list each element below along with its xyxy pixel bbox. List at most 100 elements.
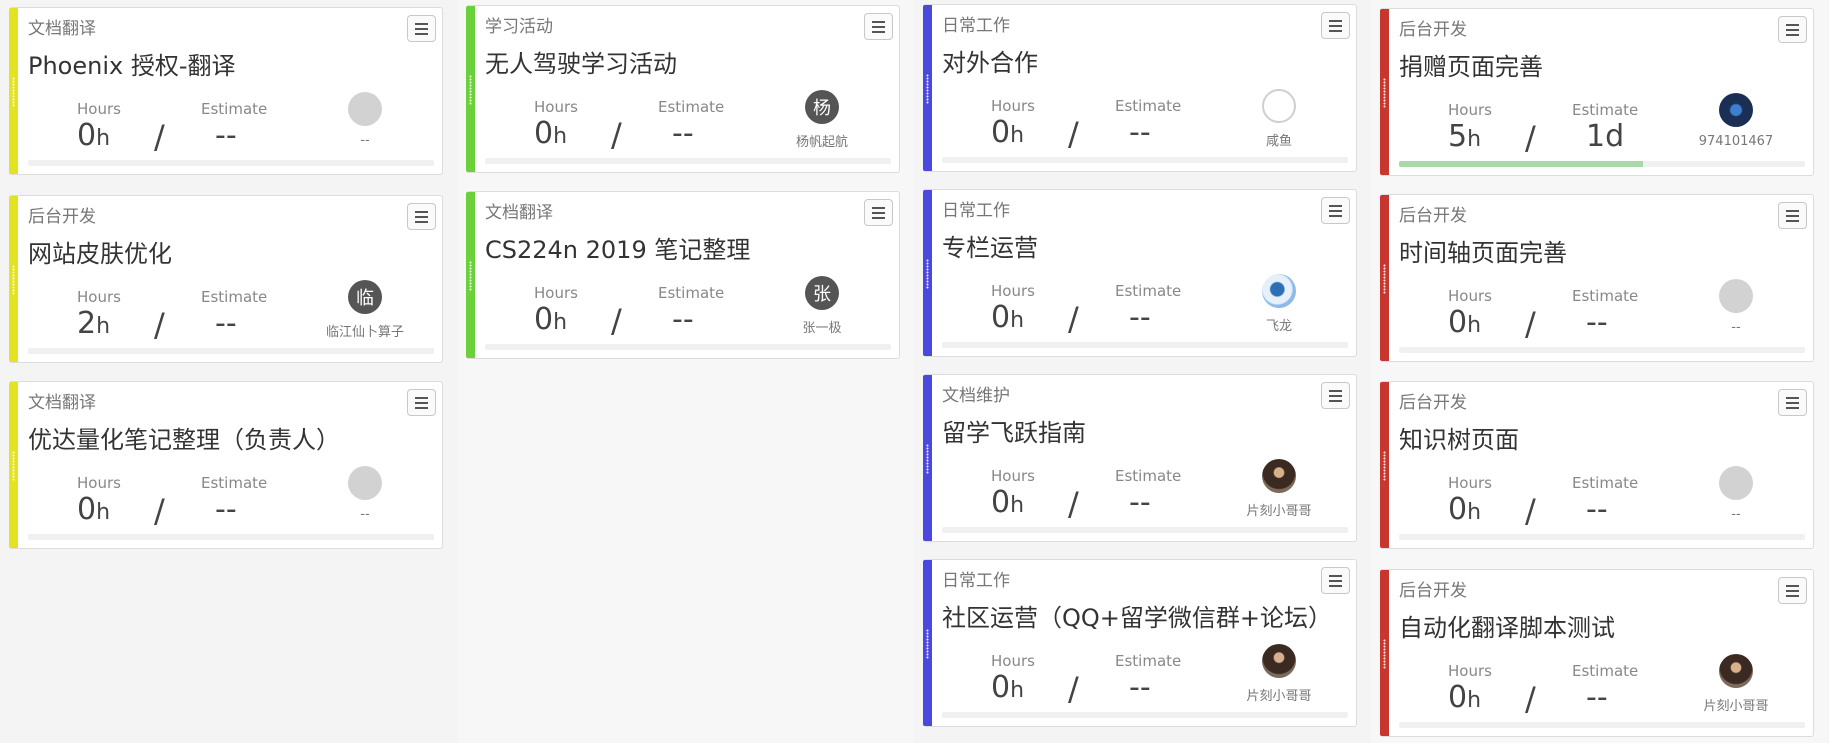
card-category: 文档翻译 <box>485 203 553 223</box>
hamburger-icon <box>415 210 428 213</box>
hours-value: 0h <box>991 670 1025 705</box>
drag-handle[interactable] <box>12 77 15 107</box>
hamburger-icon <box>872 206 885 209</box>
avatar[interactable] <box>1719 279 1753 313</box>
hamburger-icon <box>1329 19 1342 22</box>
hours-label: Hours <box>1448 101 1492 119</box>
assignee-name: 张一极 <box>802 321 842 336</box>
task-card[interactable]: 后台开发 捐赠页面完善 Hours Estimate 5h / 1d 97410… <box>1380 8 1814 176</box>
card-menu-button[interactable] <box>1778 577 1807 604</box>
task-card[interactable]: 文档翻译 CS224n 2019 笔记整理 Hours Estimate 0h … <box>466 191 900 359</box>
avatar[interactable] <box>1719 654 1753 688</box>
task-card[interactable]: 后台开发 自动化翻译脚本测试 Hours Estimate 0h / -- 片刻… <box>1380 569 1814 737</box>
drag-handle[interactable] <box>469 261 472 291</box>
hours-value: 0h <box>77 492 111 527</box>
estimate-label: Estimate <box>1115 467 1182 485</box>
card-title: 社区运营（QQ+留学微信群+论坛） <box>942 604 1332 632</box>
hours-label: Hours <box>77 100 121 118</box>
card-menu-button[interactable] <box>407 203 436 230</box>
card-menu-button[interactable] <box>864 13 893 40</box>
card-category: 文档维护 <box>942 386 1010 406</box>
avatar[interactable] <box>1262 644 1296 678</box>
separator-slash: / <box>611 116 622 154</box>
progress-bar <box>1399 534 1805 540</box>
estimate-value: 1d <box>1586 119 1625 154</box>
assignee-name: 片刻小哥哥 <box>1246 504 1312 519</box>
card-menu-button[interactable] <box>407 389 436 416</box>
separator-slash: / <box>1068 115 1079 153</box>
avatar[interactable]: 张 <box>805 276 839 310</box>
card-menu-button[interactable] <box>1778 389 1807 416</box>
task-card[interactable]: 文档翻译 优达量化笔记整理（负责人） Hours Estimate 0h / -… <box>9 381 443 549</box>
progress-bar <box>1399 722 1805 728</box>
assignee-name: 咸鱼 <box>1265 134 1292 149</box>
drag-handle[interactable] <box>926 444 929 474</box>
progress-bar <box>942 157 1348 163</box>
avatar[interactable] <box>1262 459 1296 493</box>
card-category: 后台开发 <box>1399 581 1467 601</box>
progress-bar <box>28 534 434 540</box>
card-menu-button[interactable] <box>1321 12 1350 39</box>
card-menu-button[interactable] <box>1321 197 1350 224</box>
assignee-name: 片刻小哥哥 <box>1246 689 1312 704</box>
task-card[interactable]: 学习活动 无人驾驶学习活动 Hours Estimate 0h / -- 杨 杨… <box>466 5 900 173</box>
estimate-label: Estimate <box>1572 662 1639 680</box>
separator-slash: / <box>1525 119 1536 157</box>
card-menu-button[interactable] <box>1778 16 1807 43</box>
card-menu-button[interactable] <box>407 15 436 42</box>
card-category: 日常工作 <box>942 16 1010 36</box>
drag-handle[interactable] <box>1383 451 1386 481</box>
task-card[interactable]: 日常工作 对外合作 Hours Estimate 0h / -- 咸鱼 <box>923 4 1357 172</box>
hours-label: Hours <box>77 474 121 492</box>
card-menu-button[interactable] <box>864 199 893 226</box>
card-menu-button[interactable] <box>1321 567 1350 594</box>
task-card[interactable]: 文档翻译 Phoenix 授权-翻译 Hours Estimate 0h / -… <box>9 7 443 175</box>
task-card[interactable]: 日常工作 社区运营（QQ+留学微信群+论坛） Hours Estimate 0h… <box>923 559 1357 727</box>
card-title: CS224n 2019 笔记整理 <box>485 236 751 264</box>
card-menu-button[interactable] <box>1778 202 1807 229</box>
progress-bar <box>942 712 1348 718</box>
hamburger-icon <box>415 22 428 25</box>
avatar[interactable]: 临 <box>348 280 382 314</box>
estimate-value: -- <box>215 306 237 341</box>
drag-handle[interactable] <box>1383 78 1386 108</box>
avatar[interactable] <box>1719 93 1753 127</box>
avatar[interactable] <box>348 466 382 500</box>
drag-handle[interactable] <box>926 74 929 104</box>
progress-bar <box>485 344 891 350</box>
estimate-label: Estimate <box>201 474 268 492</box>
avatar[interactable] <box>1262 89 1296 123</box>
task-card[interactable]: 文档维护 留学飞跃指南 Hours Estimate 0h / -- 片刻小哥哥 <box>923 374 1357 542</box>
card-title: Phoenix 授权-翻译 <box>28 52 236 80</box>
drag-handle[interactable] <box>1383 639 1386 669</box>
avatar[interactable] <box>1262 274 1296 308</box>
avatar[interactable] <box>1719 466 1753 500</box>
assignee-name: -- <box>1731 320 1741 335</box>
task-card[interactable]: 后台开发 知识树页面 Hours Estimate 0h / -- -- <box>1380 381 1814 549</box>
drag-handle[interactable] <box>926 259 929 289</box>
card-category: 后台开发 <box>1399 20 1467 40</box>
estimate-value: -- <box>1129 485 1151 520</box>
hours-value: 0h <box>991 300 1025 335</box>
task-card[interactable]: 日常工作 专栏运营 Hours Estimate 0h / -- 飞龙 <box>923 189 1357 357</box>
estimate-value: -- <box>1586 305 1608 340</box>
drag-handle[interactable] <box>1383 264 1386 294</box>
task-card[interactable]: 后台开发 时间轴页面完善 Hours Estimate 0h / -- -- <box>1380 194 1814 362</box>
progress-bar <box>28 348 434 354</box>
avatar[interactable]: 杨 <box>805 90 839 124</box>
avatar[interactable] <box>348 92 382 126</box>
drag-handle[interactable] <box>12 451 15 481</box>
card-title: 专栏运营 <box>942 234 1038 262</box>
separator-slash: / <box>1068 670 1079 708</box>
drag-handle[interactable] <box>469 75 472 105</box>
hamburger-icon <box>1786 396 1799 399</box>
hours-label: Hours <box>1448 287 1492 305</box>
drag-handle[interactable] <box>12 265 15 295</box>
card-menu-button[interactable] <box>1321 382 1350 409</box>
assignee-name: 飞龙 <box>1265 319 1292 334</box>
drag-handle[interactable] <box>926 629 929 659</box>
card-title: 优达量化笔记整理（负责人） <box>28 426 340 454</box>
task-card[interactable]: 后台开发 网站皮肤优化 Hours Estimate 2h / -- 临 临江仙… <box>9 195 443 363</box>
hamburger-icon <box>1786 209 1799 212</box>
hours-label: Hours <box>991 97 1035 115</box>
